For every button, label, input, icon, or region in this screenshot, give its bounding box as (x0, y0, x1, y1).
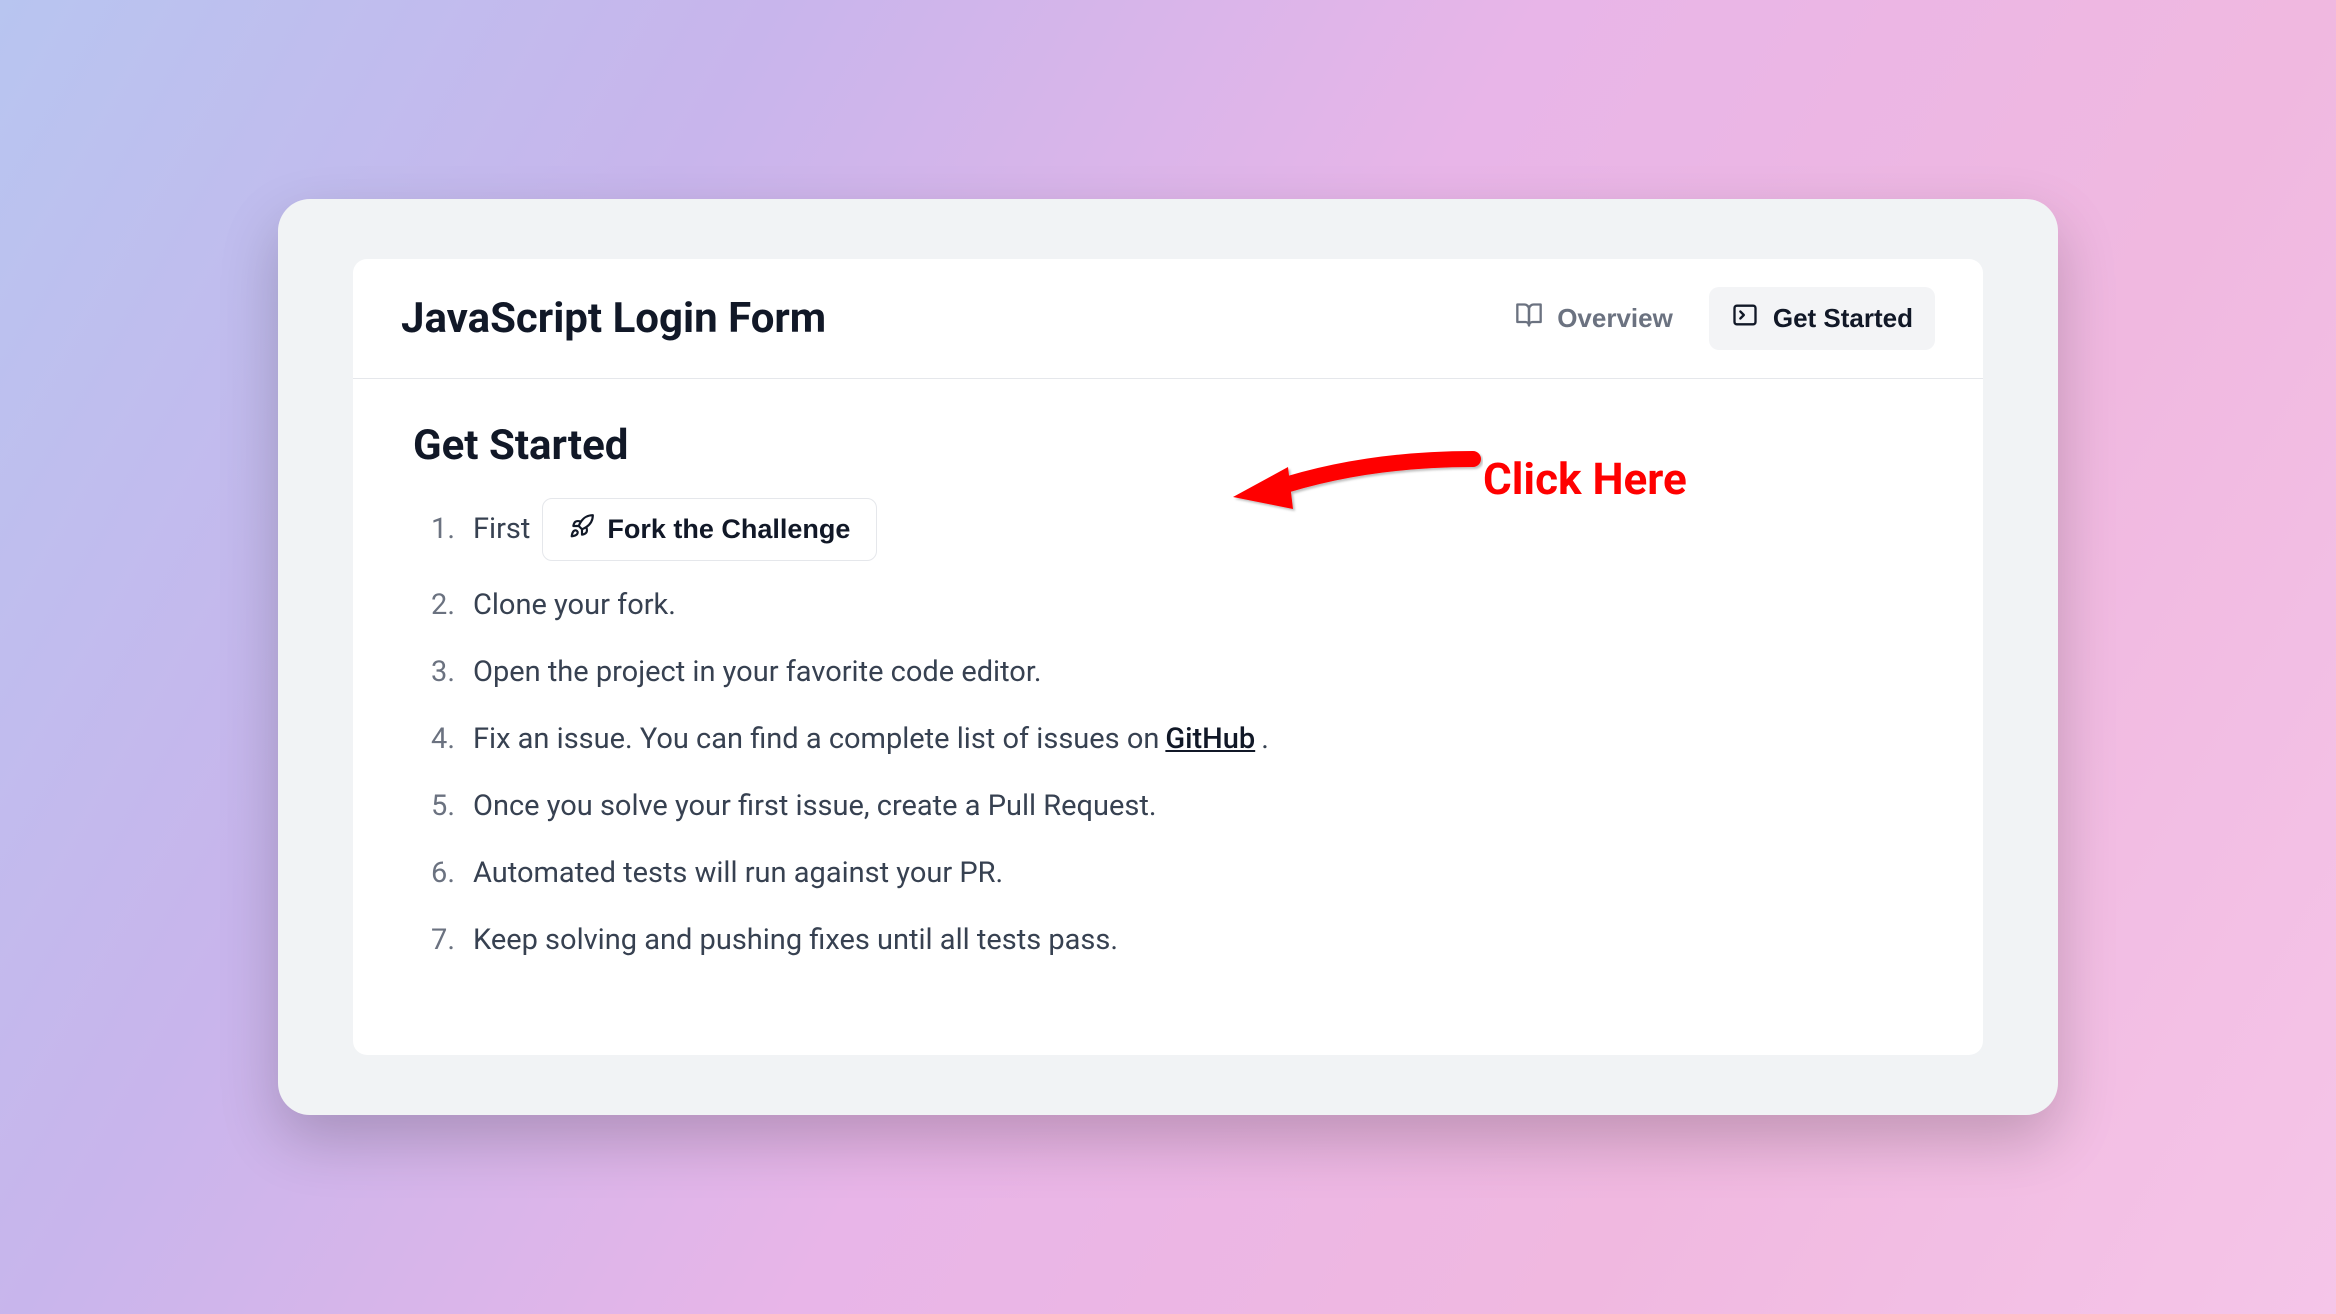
step-2-text: Clone your fork. (473, 583, 676, 628)
step-3: Open the project in your favorite code e… (431, 650, 1923, 695)
step-4-suffix: . (1261, 717, 1269, 762)
step-5-text: Once you solve your first issue, create … (473, 784, 1156, 829)
tab-group: Overview Get Started (1493, 287, 1935, 350)
steps-list: First Fork the Challenge (413, 498, 1923, 963)
content-body: Get Started First (353, 379, 1983, 1055)
step-6-text: Automated tests will run against your PR… (473, 851, 1003, 896)
step-5: Once you solve your first issue, create … (431, 784, 1923, 829)
step-4-prefix: Fix an issue. You can find a complete li… (473, 717, 1159, 762)
tab-overview[interactable]: Overview (1493, 287, 1695, 350)
window-frame: JavaScript Login Form Overview (278, 199, 2058, 1115)
terminal-icon (1731, 301, 1759, 336)
step-7-text: Keep solving and pushing fixes until all… (473, 918, 1118, 963)
step-3-text: Open the project in your favorite code e… (473, 650, 1042, 695)
header-bar: JavaScript Login Form Overview (353, 259, 1983, 379)
step-1: First Fork the Challenge (431, 498, 1923, 561)
book-icon (1515, 301, 1543, 336)
step-1-prefix: First (473, 507, 530, 552)
step-2: Clone your fork. (431, 583, 1923, 628)
tab-get-started[interactable]: Get Started (1709, 287, 1935, 350)
github-link[interactable]: GitHub (1165, 717, 1255, 762)
step-6: Automated tests will run against your PR… (431, 851, 1923, 896)
section-title: Get Started (413, 421, 1923, 470)
page-title: JavaScript Login Form (401, 294, 826, 343)
step-4: Fix an issue. You can find a complete li… (431, 717, 1923, 762)
fork-the-challenge-button[interactable]: Fork the Challenge (542, 498, 877, 561)
rocket-icon (569, 513, 595, 546)
tab-get-started-label: Get Started (1773, 303, 1913, 334)
content-card: JavaScript Login Form Overview (353, 259, 1983, 1055)
tab-overview-label: Overview (1557, 303, 1673, 334)
fork-button-label: Fork the Challenge (607, 514, 850, 545)
step-7: Keep solving and pushing fixes until all… (431, 918, 1923, 963)
